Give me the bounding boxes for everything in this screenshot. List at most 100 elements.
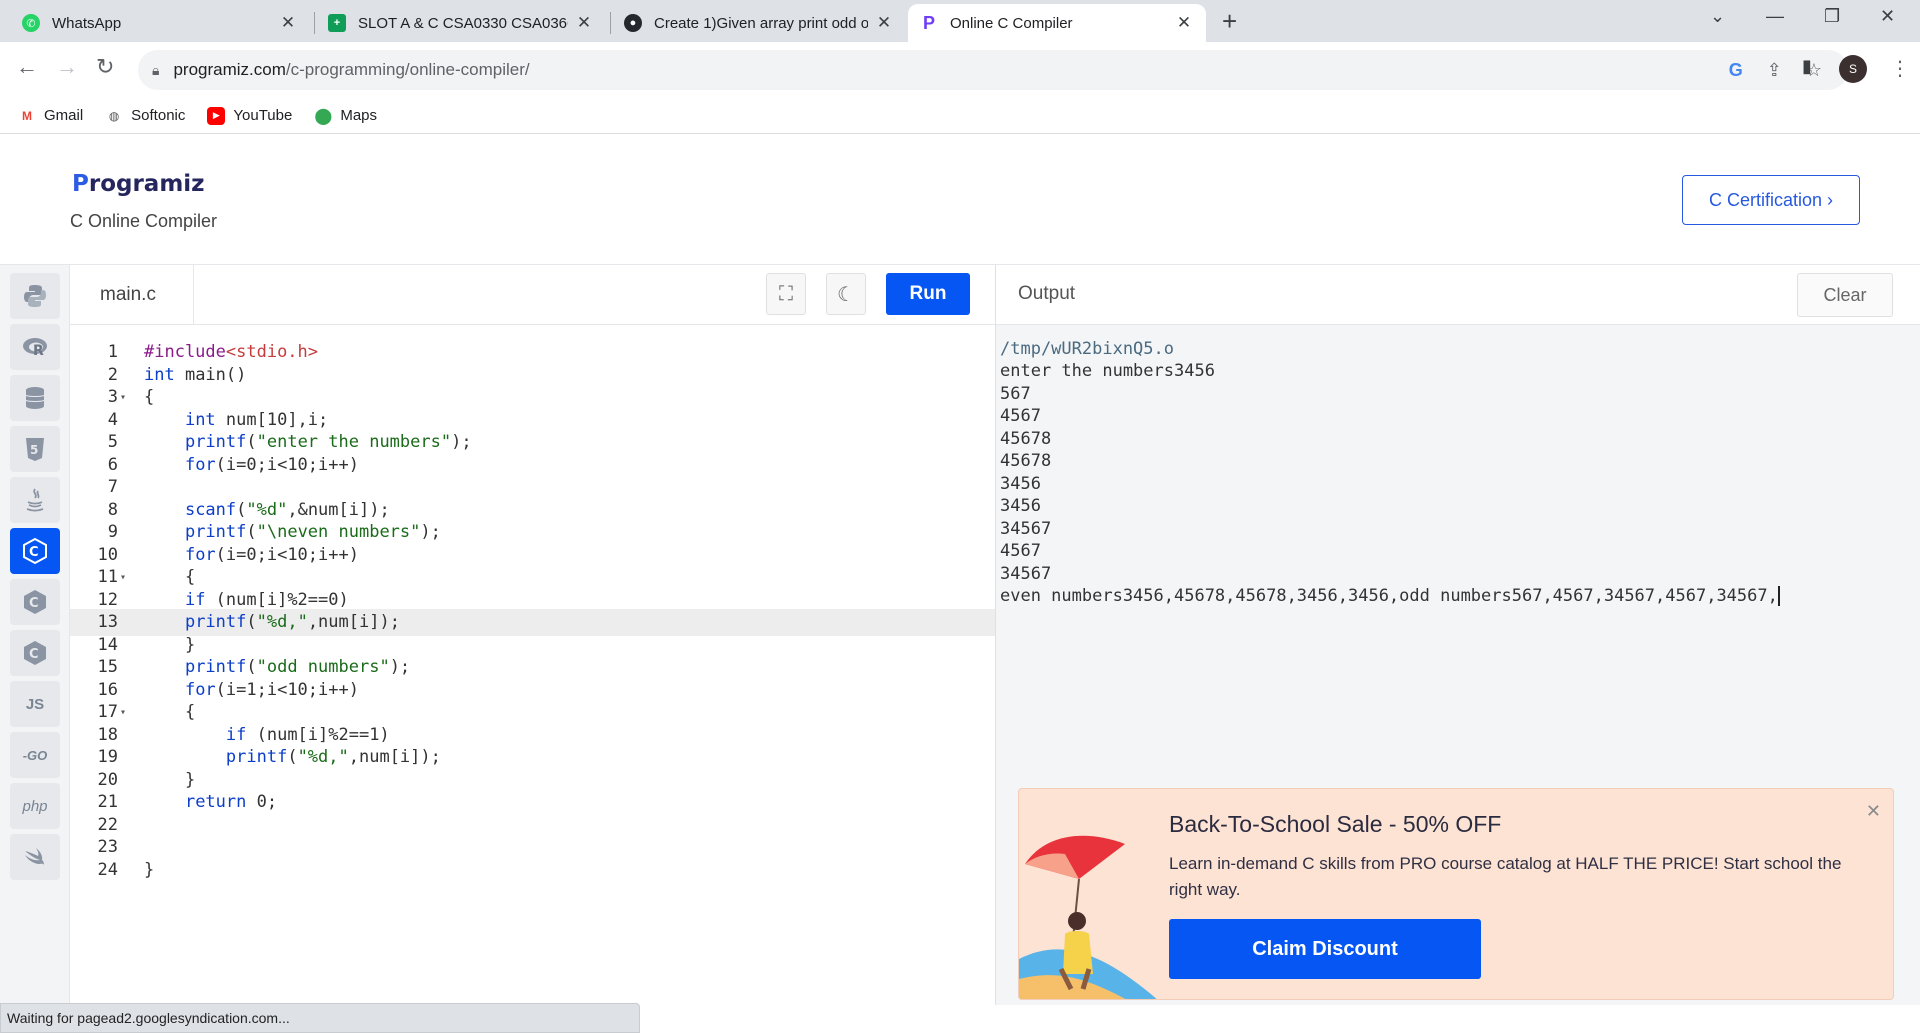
line-number: 24 [97, 859, 118, 880]
swift-icon[interactable] [10, 834, 60, 880]
share-icon[interactable]: ⇪ [1767, 60, 1782, 81]
close-icon[interactable]: ✕ [574, 13, 594, 33]
code-text: scanf("%d",&num[i]); [184, 499, 390, 520]
code-text: printf("\neven numbers"); [184, 522, 441, 543]
bookmark-maps[interactable]: ⬤ Maps [314, 107, 377, 125]
code-text: { [144, 567, 196, 588]
line-number: 11 [97, 567, 118, 588]
html-icon[interactable]: 5 [10, 426, 60, 472]
text-cursor [1777, 586, 1780, 606]
bookmark-youtube[interactable]: ▶ YouTube [207, 106, 293, 125]
line-number: 10 [97, 544, 118, 565]
php-icon[interactable]: php [10, 783, 60, 829]
clear-button[interactable]: Clear [1797, 273, 1893, 317]
code-text: printf("odd numbers"); [184, 657, 411, 678]
line-number: 3 [107, 387, 118, 408]
maps-icon: ⬤ [314, 107, 333, 125]
forward-icon[interactable]: → [56, 54, 78, 80]
code-text: } [144, 769, 196, 790]
code-text: int num[10],i; [184, 409, 329, 430]
code-text: int main() [144, 364, 247, 385]
output-line: even numbers3456,45678,45678,3456,3456,o… [1000, 586, 1780, 606]
address-bar[interactable]: 🔒︎ programiz.com/c-programming/online-co… [138, 50, 1848, 90]
tab-whatsapp[interactable]: ✆ WhatsApp ✕ [10, 4, 310, 42]
bookmark-label: Softonic [131, 107, 186, 124]
python-icon[interactable] [10, 273, 60, 319]
code-text: printf("%d,",num[i]); [225, 747, 441, 768]
side-panel-icon[interactable]: ▮ [1802, 56, 1812, 77]
line-number: 1 [107, 342, 118, 363]
lock-icon: 🔒︎ [152, 61, 160, 78]
code-text: { [144, 387, 155, 408]
close-icon[interactable]: ✕ [278, 13, 298, 33]
code-text: return 0; [184, 792, 278, 813]
sql-icon[interactable] [10, 375, 60, 421]
c-icon[interactable]: C [10, 528, 60, 574]
line-number: 21 [97, 792, 118, 813]
bookmark-softonic[interactable]: ◍ Softonic [105, 107, 185, 125]
logo-letter: P [72, 171, 89, 197]
avatar[interactable]: S [1839, 55, 1867, 83]
reload-icon[interactable]: ↻ [96, 54, 114, 80]
output-title: Output [1018, 283, 1076, 304]
claim-discount-button[interactable]: Claim Discount [1169, 919, 1481, 979]
code-text: { [144, 702, 196, 723]
fold-icon[interactable]: ▾ [118, 392, 132, 403]
java-icon[interactable] [10, 477, 60, 523]
fullscreen-icon[interactable]: ⛶ [766, 273, 806, 315]
code-editor[interactable]: 1 #include<stdio.h> 2 int main() 3 ▾{4 int nu… [70, 325, 995, 1005]
run-button[interactable]: Run [886, 273, 970, 315]
tab-github[interactable]: ● Create 1)Given array print odd or ✕ [612, 4, 906, 42]
svg-text:5: 5 [30, 443, 38, 457]
whatsapp-icon: ✆ [22, 14, 40, 32]
tab-strip: ✆ WhatsApp ✕ + SLOT A & C CSA0330 CSA036… [0, 0, 1920, 42]
c-certification-button[interactable]: C Certification › [1682, 175, 1860, 225]
close-icon[interactable]: ✕ [1866, 801, 1881, 822]
line-number: 7 [107, 477, 118, 498]
tab-title: WhatsApp [52, 14, 122, 32]
github-icon: ● [624, 14, 642, 32]
bookmark-label: Maps [340, 107, 378, 124]
status-bar: Waiting for pagead2.googlesyndication.co… [0, 1003, 640, 1033]
csharp-icon[interactable]: C [10, 630, 60, 676]
google-translate-icon[interactable]: G [1729, 60, 1743, 81]
bookmark-label: YouTube [233, 107, 293, 124]
code-line[interactable]: 24} [70, 856, 995, 884]
tab-divider [610, 12, 611, 34]
gmail-icon: M [22, 108, 32, 123]
back-icon[interactable]: ← [16, 54, 38, 80]
fold-icon[interactable]: ▾ [118, 707, 132, 718]
code-text: } [144, 634, 196, 655]
cpp-icon[interactable]: C [10, 579, 60, 625]
tab-sheets[interactable]: + SLOT A & C CSA0330 CSA0366 - ✕ [316, 4, 606, 42]
close-icon[interactable]: ✕ [1174, 13, 1194, 33]
bookmark-label: Gmail [44, 107, 84, 124]
bookmark-gmail[interactable]: M Gmail [18, 107, 83, 125]
menu-icon[interactable]: ⋮ [1890, 56, 1910, 81]
fold-icon[interactable]: ▾ [118, 572, 132, 583]
softonic-icon: ◍ [108, 108, 120, 123]
go-icon[interactable]: -GO [10, 732, 60, 778]
close-window-icon[interactable]: ✕ [1880, 6, 1895, 27]
logo-text: rogramiz [88, 171, 205, 197]
page-title: C Online Compiler [70, 211, 218, 231]
close-icon[interactable]: ✕ [874, 13, 894, 33]
programiz-icon: P [922, 12, 935, 33]
svg-text:C: C [29, 647, 39, 662]
tab-search-icon[interactable]: ⌄ [1710, 6, 1725, 27]
tab-title: SLOT A & C CSA0330 CSA0366 - [358, 14, 568, 32]
new-tab-button[interactable]: + [1222, 6, 1237, 37]
minimize-icon[interactable]: — [1766, 6, 1784, 27]
programiz-logo[interactable]: Programiz [72, 171, 205, 197]
dark-mode-icon[interactable]: ☾ [826, 273, 866, 315]
restore-icon[interactable]: ❐ [1824, 6, 1840, 27]
code-text: if (num[i]%2==0) [184, 589, 349, 610]
line-number: 8 [107, 499, 118, 520]
code-text: printf("%d,",num[i]); [184, 612, 400, 633]
code-text: for(i=0;i<10;i++) [184, 544, 359, 565]
r-icon[interactable]: R [10, 324, 60, 370]
tab-online-c-compiler[interactable]: P Online C Compiler ✕ [908, 4, 1206, 42]
file-tab-main-c[interactable]: main.c [70, 265, 194, 325]
js-icon[interactable]: JS [10, 681, 60, 727]
line-number: 13 [97, 612, 118, 633]
